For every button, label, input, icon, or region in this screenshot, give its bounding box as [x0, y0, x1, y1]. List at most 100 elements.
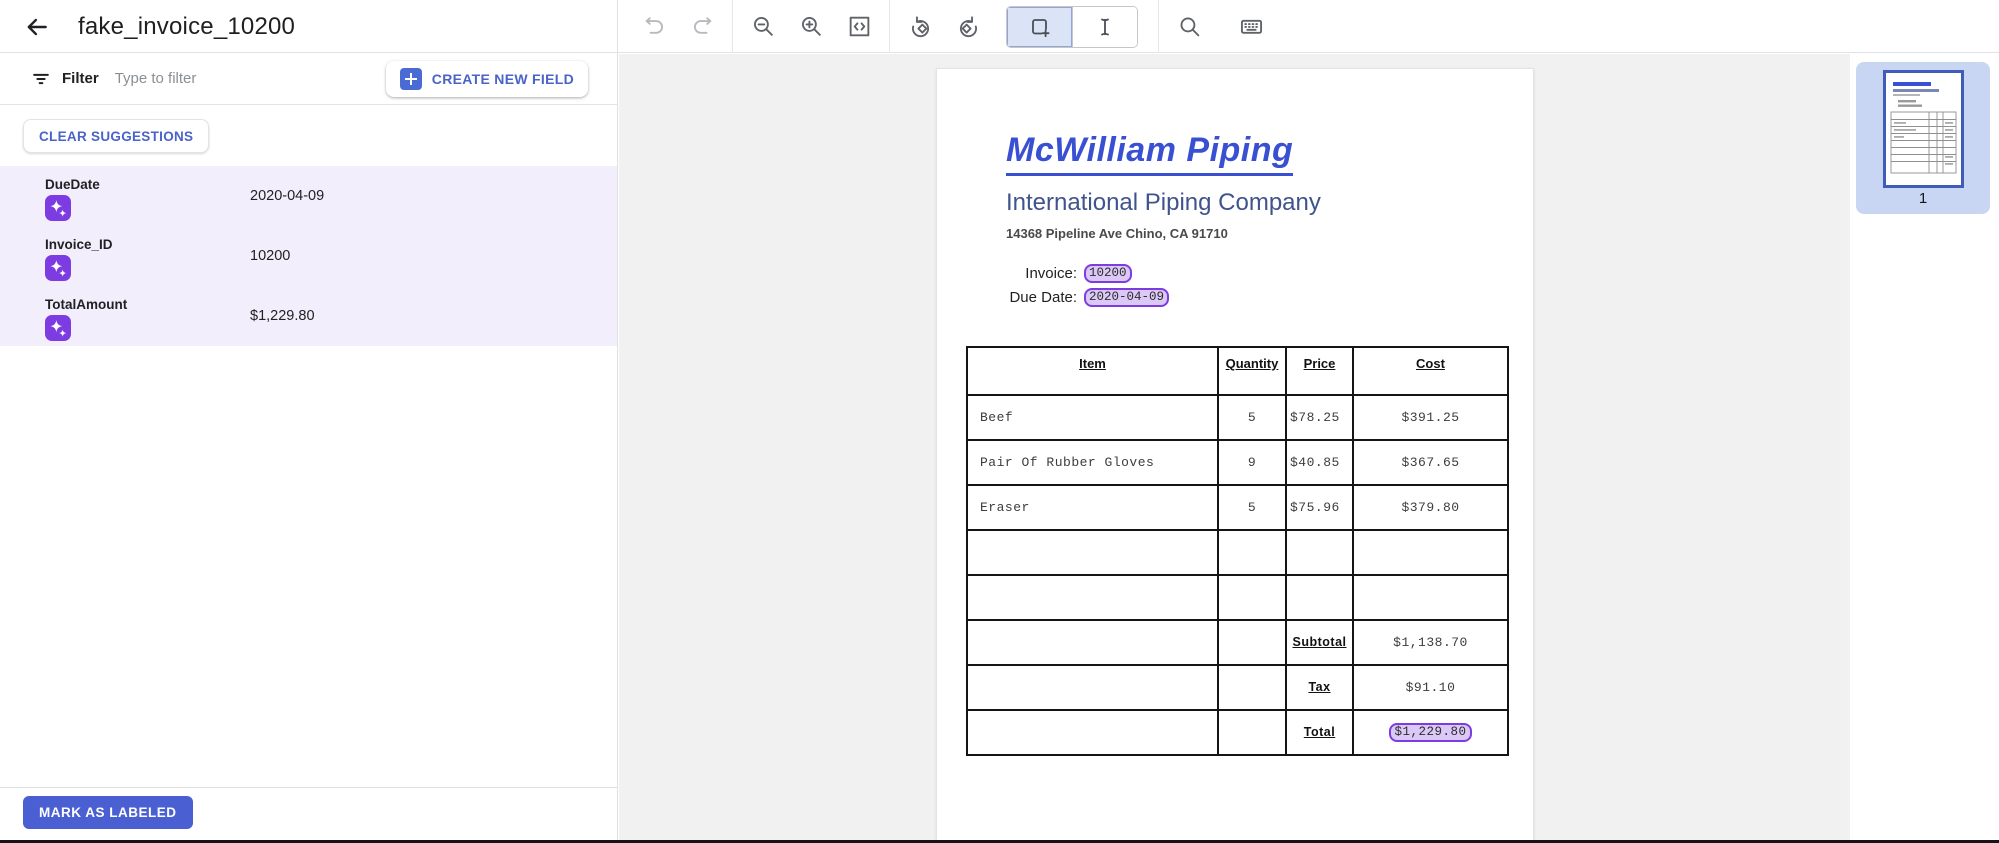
toolbar-separator — [732, 0, 733, 53]
rotate-left-icon[interactable] — [896, 0, 944, 53]
field-name: Invoice_ID — [45, 237, 617, 252]
line-item-cell — [1218, 575, 1286, 620]
line-item-cell: 5 — [1218, 395, 1286, 440]
summary-label: Total — [1304, 725, 1335, 739]
ai-suggestion-icon — [45, 315, 71, 341]
back-arrow-icon[interactable] — [24, 14, 50, 40]
fields-sidebar: Filter CREATE NEW FIELD CLEAR SUGGESTION… — [0, 53, 618, 840]
empty-cell — [967, 665, 1218, 710]
line-item-cell — [967, 575, 1218, 620]
search-icon[interactable] — [1165, 0, 1213, 53]
line-item-cell — [1353, 575, 1508, 620]
document-canvas[interactable]: McWilliam Piping International Piping Co… — [619, 54, 1850, 843]
page-thumbnail-selected[interactable]: 1 — [1856, 62, 1990, 214]
draw-bounding-box-icon[interactable] — [1007, 7, 1072, 47]
create-new-field-label: CREATE NEW FIELD — [432, 71, 574, 87]
line-item-cell: $75.96 — [1286, 485, 1353, 530]
empty-cell — [1218, 620, 1286, 665]
suggested-field-row[interactable]: DueDate 2020-04-09 — [0, 166, 617, 226]
sidebar-footer: MARK AS LABELED — [0, 787, 617, 837]
empty-cell — [1218, 665, 1286, 710]
summary-row: Subtotal $1,138.70 — [967, 620, 1508, 665]
filter-label: Filter — [62, 70, 99, 87]
mark-as-labeled-button[interactable]: MARK AS LABELED — [23, 796, 193, 829]
clear-suggestions-button[interactable]: CLEAR SUGGESTIONS — [23, 119, 209, 153]
line-item-cell: $367.65 — [1353, 440, 1508, 485]
line-item-cell — [1353, 530, 1508, 575]
summary-row: Total $1,229.80 — [967, 710, 1508, 755]
invoice-meta: Invoice: 10200 Due Date: 2020-04-09 — [937, 263, 1169, 307]
toolbar-separator — [889, 0, 890, 53]
field-value: 10200 — [250, 248, 290, 264]
line-item-cell: 5 — [1218, 485, 1286, 530]
zoom-in-icon[interactable] — [787, 0, 835, 53]
table-header-item: Item — [967, 347, 1218, 395]
top-bar-left: fake_invoice_10200 — [0, 0, 618, 53]
line-item-row: Eraser5$75.96$379.80 — [967, 485, 1508, 530]
invoice-number-label: Invoice: — [1025, 265, 1077, 282]
summary-value-cell: $1,229.80 — [1353, 710, 1508, 755]
total-amount-annotation[interactable]: $1,229.80 — [1389, 723, 1471, 742]
summary-label-cell: Total — [1286, 710, 1353, 755]
line-item-cell — [1286, 530, 1353, 575]
rotate-right-icon[interactable] — [944, 0, 992, 53]
empty-cell — [967, 620, 1218, 665]
line-item-cell: $391.25 — [1353, 395, 1508, 440]
line-item-cell: $78.25 — [1286, 395, 1353, 440]
page-thumbnail-rail: 1 — [1850, 54, 1999, 843]
undo-icon[interactable] — [630, 0, 678, 53]
line-item-cell — [1218, 530, 1286, 575]
empty-cell — [1218, 710, 1286, 755]
fit-to-width-icon[interactable] — [835, 0, 883, 53]
viewer-toolbar — [630, 0, 1275, 53]
suggested-field-row[interactable]: TotalAmount $1,229.80 — [0, 286, 617, 346]
summary-label: Subtotal — [1293, 635, 1347, 649]
plus-icon — [400, 68, 422, 90]
table-header-price: Price — [1286, 347, 1353, 395]
line-item-cell — [1286, 575, 1353, 620]
empty-cell — [967, 710, 1218, 755]
line-item-cell: Pair Of Rubber Gloves — [967, 440, 1218, 485]
company-address: 14368 Pipeline Ave Chino, CA 91710 — [1006, 226, 1321, 241]
line-item-row: Pair Of Rubber Gloves9$40.85$367.65 — [967, 440, 1508, 485]
table-header-quantity: Quantity — [1218, 347, 1286, 395]
filter-icon — [30, 68, 52, 90]
invoice-number-annotation[interactable]: 10200 — [1084, 264, 1132, 283]
page-thumbnail-preview — [1886, 73, 1961, 185]
select-text-icon[interactable] — [1072, 7, 1137, 47]
company-subtitle: International Piping Company — [1006, 189, 1321, 217]
create-new-field-button[interactable]: CREATE NEW FIELD — [386, 61, 588, 97]
table-header-cost: Cost — [1353, 347, 1508, 395]
document-labeling-app: fake_invoice_10200 — [0, 0, 1999, 843]
zoom-out-icon[interactable] — [739, 0, 787, 53]
field-value: 2020-04-09 — [250, 188, 324, 204]
top-bar: fake_invoice_10200 — [0, 0, 1999, 53]
toolbar-separator — [1158, 0, 1159, 53]
page-number: 1 — [1856, 190, 1990, 207]
summary-value-cell: $1,138.70 — [1353, 620, 1508, 665]
summary-label: Tax — [1308, 680, 1330, 694]
due-date-annotation[interactable]: 2020-04-09 — [1084, 288, 1169, 307]
invoice-page[interactable]: McWilliam Piping International Piping Co… — [936, 68, 1534, 843]
filter-input[interactable] — [115, 70, 355, 87]
summary-label-cell: Subtotal — [1286, 620, 1353, 665]
line-item-cell: $379.80 — [1353, 485, 1508, 530]
due-date-label: Due Date: — [1009, 289, 1077, 306]
summary-value-cell: $91.10 — [1353, 665, 1508, 710]
field-name: DueDate — [45, 177, 617, 192]
company-name: McWilliam Piping — [1006, 131, 1293, 176]
line-item-cell: 9 — [1218, 440, 1286, 485]
field-value: $1,229.80 — [250, 308, 315, 324]
suggested-field-row[interactable]: Invoice_ID 10200 — [0, 226, 617, 286]
line-item-row — [967, 530, 1508, 575]
invoice-header: McWilliam Piping International Piping Co… — [1006, 131, 1321, 241]
document-title: fake_invoice_10200 — [78, 13, 295, 41]
filter-row: Filter CREATE NEW FIELD — [0, 53, 617, 105]
suggested-fields-list: DueDate 2020-04-09 Invoice_ID 10200 Tota… — [0, 166, 617, 346]
line-item-cell: Beef — [967, 395, 1218, 440]
field-name: TotalAmount — [45, 297, 617, 312]
page-thumbnail[interactable] — [1883, 70, 1964, 188]
keyboard-icon[interactable] — [1227, 0, 1275, 53]
ai-suggestion-icon — [45, 195, 71, 221]
redo-icon[interactable] — [678, 0, 726, 53]
